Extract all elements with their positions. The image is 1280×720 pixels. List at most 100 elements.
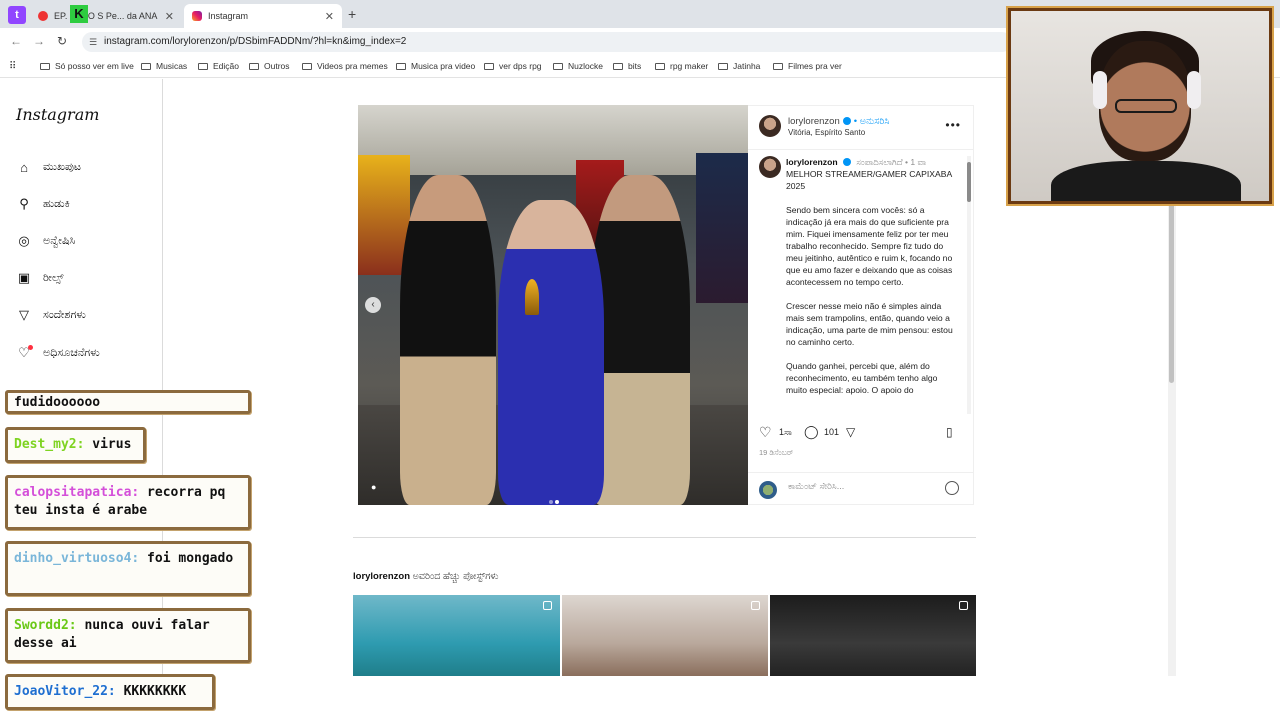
carousel-dot (549, 500, 553, 504)
bookmark-folder[interactable]: Filmes pra ver (773, 61, 842, 71)
chat-message: fudidoooooo (5, 390, 251, 414)
carousel-prev-icon[interactable]: ‹ (365, 297, 381, 313)
close-tab-icon[interactable]: ✕ (325, 10, 334, 23)
bookmark-folder[interactable]: Outros (249, 61, 290, 71)
follow-button[interactable]: • ಅನುಸರಿಸಿ (854, 116, 890, 127)
person-center (498, 200, 604, 505)
bookmark-folder[interactable]: Só posso ver em live (40, 61, 134, 71)
apps-grid-icon[interactable]: ⠿ (9, 61, 16, 72)
instagram-favicon-icon (192, 11, 202, 21)
sidebar-item-search[interactable]: ⚲ ಹುಡುಕಿ (16, 193, 70, 215)
comment-input[interactable]: ಕಾಮೆಂಟ್ ಸೇರಿಸಿ... (788, 481, 844, 492)
sidebar-item-messages[interactable]: ▽ ಸಂದೇಶಗಳು (16, 304, 86, 326)
bookmark-folder[interactable]: ver dps rpg (484, 61, 542, 71)
username-link[interactable]: lorylorenzon (788, 116, 840, 127)
screen: t EP. 06 - O S Pe... da ANA ✕ K Instagra… (0, 0, 1280, 720)
folder-icon (553, 63, 563, 70)
home-icon: ⌂ (20, 159, 28, 175)
reels-icon: ▣ (17, 270, 31, 285)
caption-avatar[interactable] (759, 156, 781, 178)
post-panel: lorylorenzon • ಅನುಸರಿಸಿ Vitória, Espírito… (748, 105, 974, 505)
bookmark-icon[interactable]: ▯ (946, 425, 953, 439)
tab-label: Instagram (208, 11, 249, 21)
chat-username: Swordd2: (14, 618, 77, 633)
headset-icon (1093, 71, 1107, 109)
bookmark-folder[interactable]: Nuzlocke (553, 61, 603, 71)
forward-icon[interactable]: → (33, 34, 45, 48)
chat-message: JoaoVitor_22: KKKKKKKK (5, 674, 215, 710)
scroll-thumb[interactable] (967, 162, 971, 202)
bookmark-folder[interactable]: Videos pra memes (302, 61, 388, 71)
post-thumbnail[interactable] (353, 595, 560, 676)
kick-icon: K (70, 5, 88, 23)
verified-icon (842, 158, 851, 166)
close-tab-icon[interactable]: ✕ (165, 10, 174, 23)
background-banner (696, 153, 748, 303)
more-options-icon[interactable]: ••• (945, 118, 961, 132)
carousel-icon (959, 601, 968, 610)
caption-scrollbar[interactable] (967, 156, 971, 414)
bookmark-folder[interactable]: bits (613, 61, 641, 71)
post-caption: lorylorenzon ಸಂಪಾದಿಸಲಾಗಿದೆ • 1 ವಾ MELHOR… (786, 156, 958, 414)
location-link[interactable]: Vitória, Espírito Santo (788, 128, 865, 137)
comment-icon[interactable]: ◯ (804, 424, 819, 440)
share-icon[interactable]: ▽ (846, 425, 855, 439)
carousel-dots (548, 491, 560, 509)
folder-icon (655, 63, 665, 70)
bookmark-folder[interactable]: Musica pra video (396, 61, 475, 71)
compass-icon: ◎ (18, 233, 30, 248)
chat-text: fudidoooooo (14, 395, 101, 410)
bookmark-folder[interactable]: rpg maker (655, 61, 708, 71)
caption-paragraph: Crescer nesse meio não é simples ainda m… (786, 301, 953, 347)
folder-icon (249, 63, 259, 70)
back-icon[interactable]: ← (10, 34, 22, 48)
url-text: instagram.com/lorylorenzon/p/DSbimFADDNm… (104, 36, 407, 47)
like-count: 1ಸಾ (779, 427, 792, 437)
twitch-icon[interactable]: t (8, 6, 26, 24)
post-header-user: lorylorenzon • ಅನುಸರಿಸಿ (788, 116, 889, 127)
carousel-dot-active (555, 500, 559, 504)
post-thumbnail[interactable] (770, 595, 976, 676)
chat-text: KKKKKKKK (115, 684, 187, 699)
headset-icon (1187, 71, 1201, 109)
divider (748, 149, 973, 150)
sidebar-item-home[interactable]: ⌂ ಮುಖಪುಟ (16, 156, 81, 178)
sidebar-item-notifications[interactable]: ♡ ಅಧಿಸೂಚನೆಗಳು (16, 342, 100, 364)
post-actions: ♡ 1ಸಾ ◯ 101 ▽ ▯ (748, 424, 973, 446)
carousel-icon (751, 601, 760, 610)
folder-icon (484, 63, 494, 70)
chat-text: foi mongado (139, 551, 234, 566)
sidebar-item-explore[interactable]: ◎ ಅನ್ವೇಷಿಸಿ (16, 230, 75, 252)
folder-icon (141, 63, 151, 70)
instagram-logo[interactable]: Instagram (16, 105, 99, 124)
caption-username[interactable]: lorylorenzon (786, 157, 838, 167)
chat-username: dinho_virtuoso4: (14, 551, 140, 566)
tagged-user-icon[interactable]: ● (371, 482, 376, 492)
glasses (1115, 99, 1177, 113)
tab-instagram[interactable]: Instagram ✕ (184, 4, 342, 28)
folder-icon (40, 63, 50, 70)
like-icon[interactable]: ♡ (759, 424, 772, 441)
sidebar-item-reels[interactable]: ▣ ರೀಲ್ಸ್ (16, 267, 64, 289)
post-thumbnail[interactable] (562, 595, 768, 676)
carousel-icon (543, 601, 552, 610)
folder-icon (773, 63, 783, 70)
folder-icon (613, 63, 623, 70)
folder-icon (396, 63, 406, 70)
folder-icon (198, 63, 208, 70)
reload-icon[interactable]: ↻ (57, 34, 67, 48)
new-tab-icon[interactable]: + (348, 6, 356, 22)
address-input[interactable]: ☰ instagram.com/lorylorenzon/p/DSbimFADD… (82, 32, 1012, 52)
search-icon: ⚲ (19, 196, 29, 211)
tent-canopy (358, 105, 748, 175)
bookmark-folder[interactable]: Edição (198, 61, 239, 71)
emoji-icon[interactable] (945, 481, 959, 495)
chat-text: virus (84, 437, 132, 452)
more-posts-user[interactable]: lorylorenzon (353, 571, 410, 582)
post-photo[interactable] (358, 105, 748, 505)
site-info-icon[interactable]: ☰ (89, 32, 97, 52)
bookmark-folder[interactable]: Musicas (141, 61, 187, 71)
tab-youtube[interactable]: EP. 06 - O S Pe... da ANA ✕ (30, 4, 182, 28)
bookmark-folder[interactable]: Jatinha (718, 61, 760, 71)
avatar[interactable] (759, 115, 781, 137)
